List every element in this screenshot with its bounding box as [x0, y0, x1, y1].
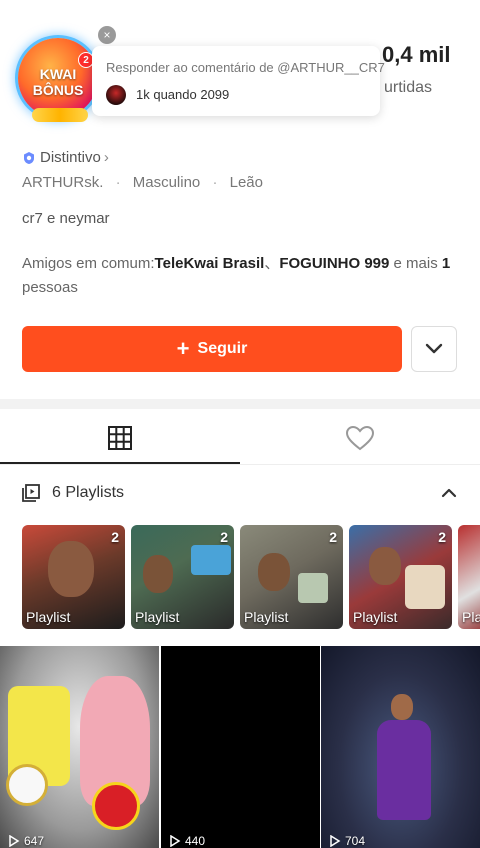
- chevron-right-icon: ›: [103, 149, 109, 166]
- distintivo-link[interactable]: Distintivo ›: [22, 149, 109, 166]
- playlist-count: 2: [438, 529, 446, 545]
- video-view-count: 440: [185, 834, 206, 848]
- collapse-playlists-button[interactable]: [440, 484, 458, 507]
- playlists-title: 6 Playlists: [52, 484, 125, 501]
- video-view-count: 647: [24, 834, 45, 848]
- video-views: 440: [169, 834, 205, 848]
- bonus-label: KWAI BÔNUS: [14, 66, 102, 98]
- tag-username: ARTHURsk.: [22, 174, 104, 191]
- video-thumbnail[interactable]: 440: [161, 646, 320, 848]
- thumbnail-object: [405, 565, 445, 609]
- tab-likes[interactable]: [240, 412, 480, 464]
- stat-label: urtidas: [384, 79, 433, 96]
- play-icon: [330, 835, 341, 847]
- shield-icon: [24, 151, 34, 164]
- thumbnail-face: [258, 553, 290, 591]
- tag-separator: ·: [115, 174, 121, 191]
- playlist-card[interactable]: 2 Playlist: [349, 525, 452, 629]
- playlist-label: Playlist: [244, 609, 289, 625]
- playlist-count: 2: [111, 529, 119, 545]
- club-logo: [92, 782, 140, 830]
- playlists-row: 2 Playlist 2 Playlist 2 Playlist 2 Playl…: [22, 525, 480, 629]
- thumbnail-face: [48, 541, 94, 597]
- tab-videos[interactable]: [0, 412, 240, 464]
- playlists-header[interactable]: 6 Playlists: [22, 484, 124, 502]
- video-views: 647: [8, 834, 44, 848]
- friend-separator: 、: [264, 255, 280, 272]
- section-divider: [0, 399, 480, 409]
- friends-mid: e mais: [389, 255, 442, 272]
- bonus-line2: BÔNUS: [32, 82, 84, 98]
- video-view-count: 704: [345, 834, 366, 848]
- tag-sign: Leão: [229, 174, 263, 191]
- follow-label: Seguir: [197, 340, 248, 357]
- friends-count: 1: [441, 255, 451, 272]
- playlist-label: Playlist: [26, 609, 71, 625]
- follow-button[interactable]: + Seguir: [22, 326, 402, 372]
- friends-prefix: Amigos em comum:: [22, 255, 155, 272]
- video-views: 704: [329, 834, 365, 848]
- thumbnail-object: [191, 545, 231, 575]
- commenter-avatar: [106, 85, 126, 105]
- reply-tooltip[interactable]: Responder ao comentário de @ARTHUR__CR7 …: [92, 46, 385, 116]
- tag-gender: Masculino: [132, 174, 201, 191]
- playlist-label: Playlist: [353, 609, 398, 625]
- chevron-up-icon: [441, 488, 457, 498]
- mutual-friends[interactable]: Amigos em comum:TeleKwai Brasil、FOGUINHO…: [22, 252, 462, 300]
- playlist-label: Pla: [462, 609, 480, 625]
- profile-bio: cr7 e neymar: [22, 210, 110, 227]
- play-icon: [9, 835, 20, 847]
- plus-icon: +: [176, 336, 190, 361]
- profile-tags: ARTHURsk. · Masculino · Leão: [22, 174, 263, 191]
- playlist-card[interactable]: 2 Playlist: [131, 525, 234, 629]
- friend-name: TeleKwai Brasil: [154, 255, 265, 272]
- playlist-icon: [22, 484, 40, 502]
- more-options-button[interactable]: [411, 326, 457, 372]
- video-thumbnail[interactable]: 704: [321, 646, 480, 848]
- close-badge-button[interactable]: ×: [98, 26, 116, 44]
- playlist-card[interactable]: 2 Playlist: [240, 525, 343, 629]
- bonus-line1: KWAI: [39, 66, 77, 82]
- friends-suffix: pessoas: [22, 279, 78, 296]
- tag-separator: ·: [212, 174, 218, 191]
- thumbnail-face: [143, 555, 173, 593]
- tooltip-comment: 1k quando 2099: [136, 87, 230, 102]
- video-thumbnail[interactable]: 647: [0, 646, 159, 848]
- playlist-card[interactable]: Pla: [458, 525, 480, 629]
- club-logo: [6, 764, 48, 806]
- tab-bar-border: [0, 464, 480, 465]
- profile-header: KWAI BÔNUS 2 × 0,4 mil urtidas Responder…: [0, 0, 480, 140]
- thumbnail-face: [369, 547, 401, 585]
- thumbnail-player: [377, 720, 431, 820]
- playlist-card[interactable]: 2 Playlist: [22, 525, 125, 629]
- grid-icon: [108, 426, 132, 450]
- playlist-count: 2: [329, 529, 337, 545]
- tooltip-title: Responder ao comentário de @ARTHUR__CR7: [106, 60, 385, 75]
- heart-icon: [345, 425, 375, 451]
- play-icon: [170, 835, 181, 847]
- stat-value: 0,4 mil: [382, 42, 451, 67]
- playlist-label: Playlist: [135, 609, 180, 625]
- playlist-count: 2: [220, 529, 228, 545]
- thumbnail-object: [298, 573, 328, 603]
- friend-name: FOGUINHO 999: [279, 255, 390, 272]
- coins-icon: [32, 108, 88, 122]
- chevron-down-icon: [425, 343, 443, 354]
- thumbnail-player: [391, 694, 413, 720]
- distintivo-label: Distintivo: [40, 149, 101, 166]
